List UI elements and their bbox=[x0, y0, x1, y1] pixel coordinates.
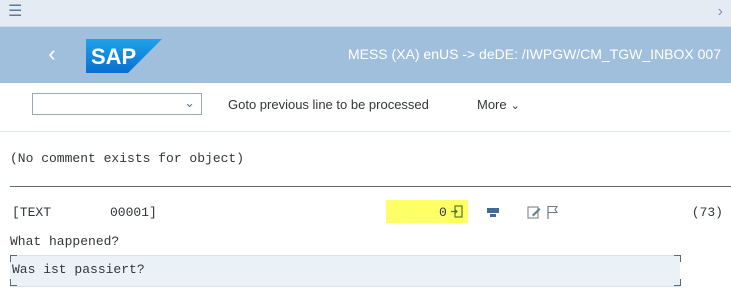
top-bar: ☰ › bbox=[0, 0, 731, 27]
more-label: More bbox=[477, 97, 507, 112]
page-title: MESS (XA) enUS -> deDE: /IWPGW/CM_TGW_IN… bbox=[347, 46, 721, 62]
text-tag: [TEXT bbox=[12, 205, 52, 220]
action-dropdown[interactable]: ⌄ bbox=[32, 93, 202, 115]
shell-header: ‹ SAP MESS (XA) enUS -> deDE: /IWPGW/CM_… bbox=[0, 27, 731, 83]
display-icon[interactable] bbox=[485, 204, 501, 220]
sap-logo: SAP bbox=[86, 39, 162, 78]
field-corner bbox=[674, 279, 681, 286]
field-corner bbox=[10, 279, 17, 286]
line-count: (73) bbox=[691, 205, 723, 220]
proposal-icon[interactable] bbox=[451, 205, 463, 222]
translation-input[interactable] bbox=[12, 262, 612, 277]
comment-text: (No comment exists for object) bbox=[10, 151, 245, 166]
field-corner bbox=[674, 255, 681, 262]
edit-icon[interactable] bbox=[526, 204, 542, 220]
divider bbox=[10, 186, 731, 187]
chevron-down-icon: ⌄ bbox=[184, 95, 195, 110]
text-number: 00001] bbox=[110, 205, 157, 220]
hamburger-icon[interactable]: ☰ bbox=[8, 4, 22, 20]
chevron-down-icon: ⌄ bbox=[510, 100, 520, 112]
back-button[interactable]: ‹ bbox=[40, 42, 64, 66]
source-text: What happened? bbox=[10, 234, 120, 249]
editor-content: (No comment exists for object) [TEXT 000… bbox=[0, 131, 731, 300]
chevron-right-icon[interactable]: › bbox=[718, 4, 723, 20]
status-value: 0 bbox=[439, 205, 447, 220]
goto-previous-line-button[interactable]: Goto previous line to be processed bbox=[228, 97, 429, 112]
back-chevron-icon: ‹ bbox=[48, 41, 56, 66]
flag-icon[interactable] bbox=[545, 204, 561, 220]
toolbar: ⌄ Goto previous line to be processed Mor… bbox=[0, 83, 731, 132]
field-corner bbox=[10, 255, 17, 262]
logo-text: SAP bbox=[91, 44, 136, 69]
more-button[interactable]: More ⌄ bbox=[477, 97, 520, 112]
